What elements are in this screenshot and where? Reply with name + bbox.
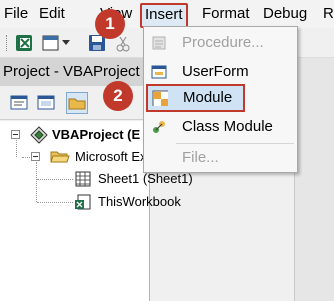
- view-object-button[interactable]: [35, 92, 57, 114]
- view-code-icon: [10, 95, 28, 110]
- insert-menu-dropdown: Procedure... UserForm Module Class Modul…: [143, 26, 298, 173]
- menu-item-module[interactable]: Module: [146, 84, 245, 112]
- folder-icon: [68, 98, 86, 110]
- menu-run[interactable]: R: [323, 5, 334, 23]
- menu-item-module-label: Module: [183, 89, 233, 106]
- collapse-folder-button[interactable]: [31, 152, 40, 161]
- dropdown-arrow-icon[interactable]: [62, 40, 70, 46]
- menu-bar: File Edit View Insert Format Debug R: [0, 0, 334, 28]
- callout-badge-step-2: 2: [103, 81, 133, 111]
- menu-edit[interactable]: Edit: [39, 5, 65, 23]
- vbaproject-icon: [30, 126, 48, 144]
- tree-item-vbaproject[interactable]: VBAProject (E: [52, 127, 140, 143]
- insert-object-icon[interactable]: [42, 34, 60, 52]
- menu-item-file[interactable]: File...: [145, 144, 296, 172]
- excel-icon[interactable]: [15, 34, 33, 52]
- menu-format[interactable]: Format: [202, 5, 250, 23]
- menu-debug[interactable]: Debug: [263, 5, 307, 23]
- worksheet-icon: [75, 171, 91, 187]
- view-object-icon: [37, 95, 55, 110]
- project-pane-title: Project - VBAProject: [0, 58, 150, 86]
- tree-item-sheet1[interactable]: Sheet1 (Sheet1): [98, 171, 193, 187]
- collapse-root-button[interactable]: [11, 130, 20, 139]
- callout-badge-step-1: 1: [95, 9, 125, 39]
- menu-item-class-module[interactable]: Class Module: [145, 113, 296, 141]
- tree-item-excel-objects[interactable]: Microsoft Ex: [75, 149, 147, 165]
- menu-item-class-module-label: Class Module: [182, 118, 273, 135]
- menu-item-userform-label: UserForm: [182, 63, 249, 80]
- tree-item-thisworkbook[interactable]: ThisWorkbook: [98, 194, 181, 210]
- view-code-button[interactable]: [8, 92, 30, 114]
- menu-item-procedure-label: Procedure...: [182, 34, 264, 51]
- class-module-icon: [153, 121, 165, 133]
- workbook-icon: [75, 194, 91, 210]
- toggle-folders-button[interactable]: [66, 92, 88, 114]
- userform-icon: [151, 65, 167, 79]
- module-icon: [152, 90, 168, 106]
- procedure-icon: [152, 36, 166, 50]
- open-folder-icon: [50, 151, 70, 163]
- menu-file[interactable]: File: [4, 5, 28, 23]
- project-tree: VBAProject (E Microsoft Ex Sheet1 (Sheet…: [0, 121, 193, 301]
- menu-item-procedure[interactable]: Procedure...: [145, 29, 296, 57]
- menu-insert[interactable]: Insert: [140, 3, 188, 28]
- menu-item-userform[interactable]: UserForm: [145, 58, 296, 86]
- code-window-area: [294, 58, 334, 301]
- toolbar-grip[interactable]: [6, 35, 9, 51]
- menu-item-file-label: File...: [182, 149, 219, 166]
- cut-icon[interactable]: [114, 36, 132, 52]
